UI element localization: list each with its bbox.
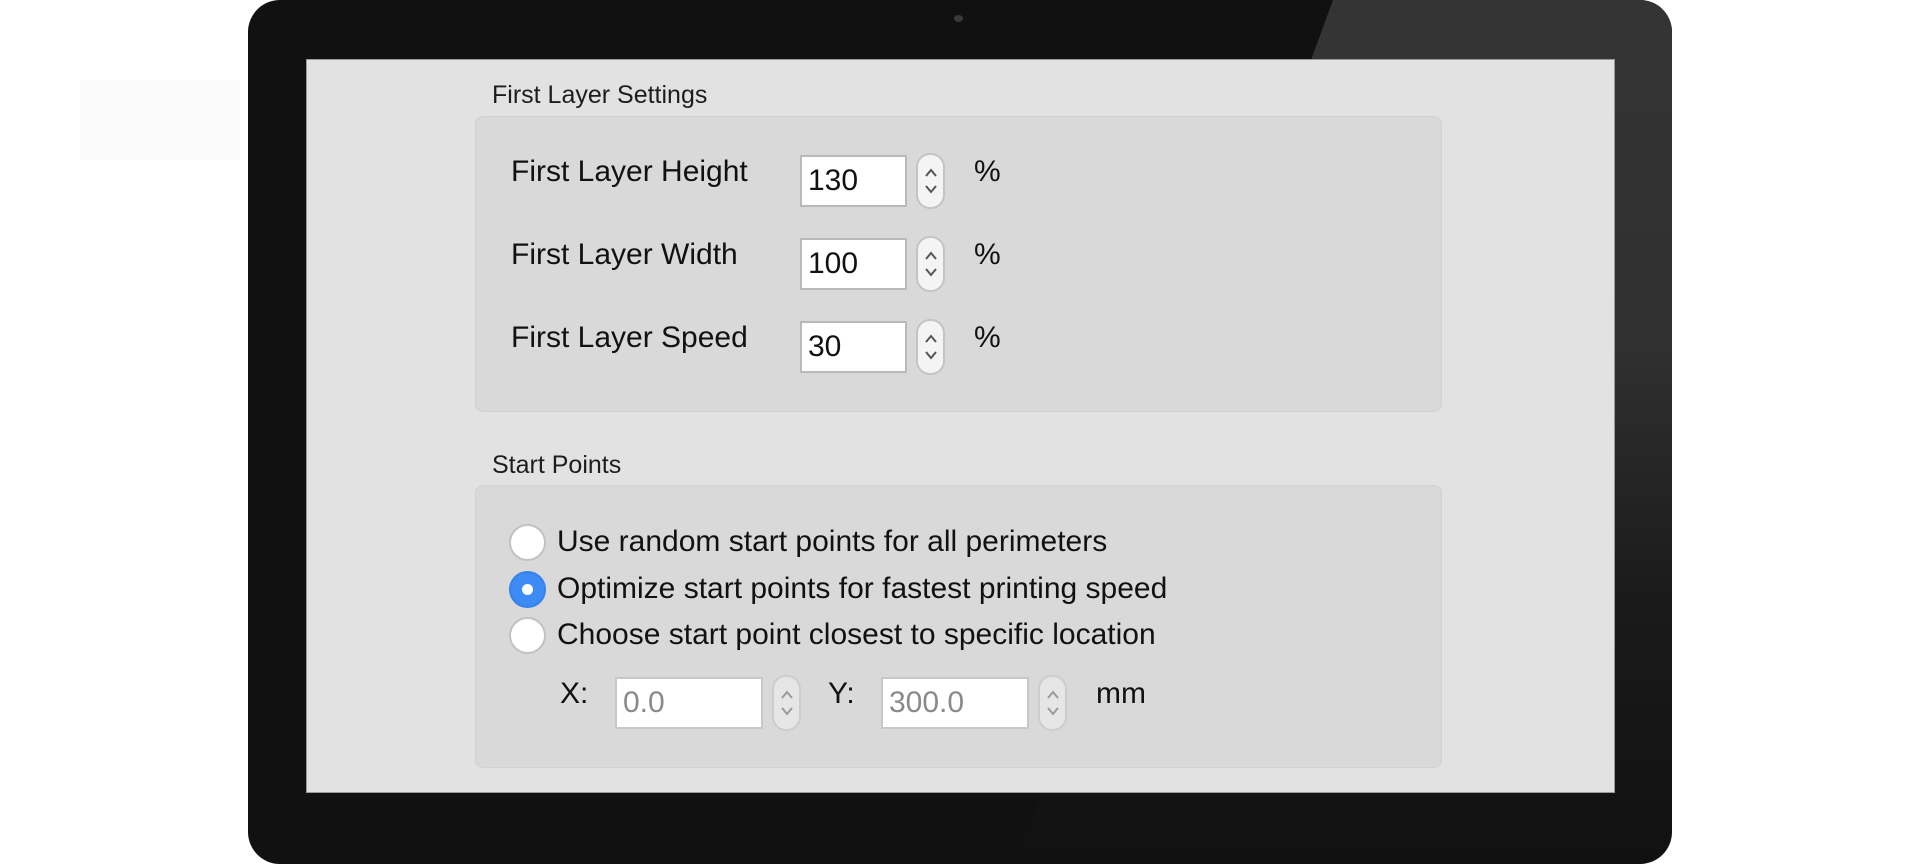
first-layer-width-input[interactable]: [800, 238, 907, 290]
radio-closest-to-location[interactable]: Choose start point closest to specific l…: [509, 615, 1156, 655]
coordinate-unit: mm: [1096, 677, 1146, 710]
radio-optimize-start-points[interactable]: Optimize start points for fastest printi…: [509, 569, 1167, 609]
radio-button[interactable]: [509, 523, 546, 561]
radio-random-start-points[interactable]: Use random start points for all perimete…: [509, 522, 1107, 562]
radio-label: Choose start point closest to specific l…: [557, 618, 1156, 651]
stepper-chevrons-icon: [1046, 690, 1059, 716]
first-layer-speed-input[interactable]: [800, 321, 907, 373]
x-coordinate-label: X:: [560, 677, 589, 710]
radio-button[interactable]: [509, 616, 546, 654]
radio-button-selected[interactable]: [509, 570, 546, 608]
first-layer-width-label: First Layer Width: [511, 238, 738, 271]
background-ghost: [80, 80, 240, 160]
first-layer-height-unit: %: [974, 155, 1001, 188]
first-layer-height-label: First Layer Height: [511, 155, 748, 188]
x-coordinate-input[interactable]: [615, 677, 763, 729]
camera-icon: [954, 15, 963, 22]
y-coordinate-input[interactable]: [881, 677, 1029, 729]
first-layer-group: First Layer Height % First Layer Width %…: [475, 116, 1442, 412]
first-layer-settings-title: First Layer Settings: [492, 81, 708, 109]
radio-label: Use random start points for all perimete…: [557, 525, 1108, 558]
stepper-chevrons-icon: [924, 251, 937, 277]
stepper-chevrons-icon: [780, 690, 793, 716]
y-coordinate-label: Y:: [828, 677, 855, 710]
first-layer-speed-label: First Layer Speed: [511, 321, 748, 354]
first-layer-height-stepper[interactable]: [916, 153, 945, 209]
stepper-chevrons-icon: [924, 168, 937, 194]
settings-screen: First Layer Settings First Layer Height …: [306, 59, 1615, 793]
first-layer-speed-unit: %: [974, 321, 1001, 354]
x-coordinate-stepper[interactable]: [772, 675, 801, 731]
first-layer-speed-stepper[interactable]: [916, 319, 945, 375]
first-layer-height-input[interactable]: [800, 155, 907, 207]
start-points-title: Start Points: [492, 451, 622, 479]
first-layer-width-stepper[interactable]: [916, 236, 945, 292]
y-coordinate-stepper[interactable]: [1038, 675, 1067, 731]
first-layer-width-unit: %: [974, 238, 1001, 271]
stepper-chevrons-icon: [924, 334, 937, 360]
start-points-group: Use random start points for all perimete…: [475, 485, 1442, 768]
device-frame: First Layer Settings First Layer Height …: [248, 0, 1672, 864]
radio-label: Optimize start points for fastest printi…: [557, 572, 1168, 605]
